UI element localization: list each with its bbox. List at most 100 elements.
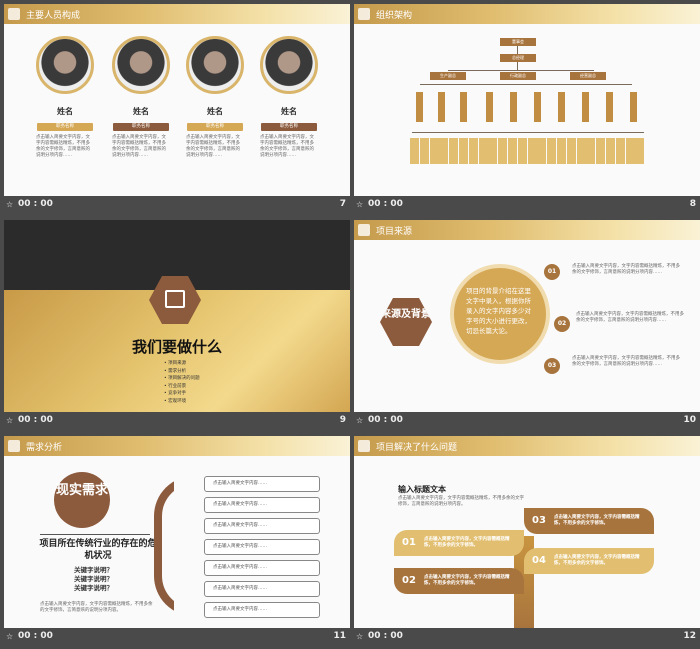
point-number: 03 bbox=[544, 358, 560, 374]
background-circle: 项目的背景介绍在这里文字中录入，根据你所录入的文字内容多少对字号的大小进行更改，… bbox=[450, 264, 550, 364]
org-dept bbox=[486, 92, 493, 122]
org-leaf bbox=[517, 138, 527, 164]
keyword: 关键字说明？ bbox=[74, 584, 113, 592]
slide-thumb-11[interactable]: 需求分析 现实需求 项目所在传统行业的存在的危机状况 关键字说明？ 关键字说明？… bbox=[4, 432, 350, 642]
org-leaf bbox=[459, 138, 468, 164]
point-text: 点击输入简要文字内容，文字内容需概括精炼，不用多余的文字修饰，言简意赅的说明分项… bbox=[572, 264, 680, 275]
agenda-item: • 竞争对手 bbox=[164, 391, 187, 396]
transition-icon: ☆ bbox=[6, 632, 14, 641]
slide-number: 10 bbox=[683, 415, 696, 425]
source-hexagon: 来源及背景 bbox=[380, 298, 432, 346]
org-leaf bbox=[498, 138, 508, 164]
point-number: 02 bbox=[554, 316, 570, 332]
org-node-branch: 经营副总 bbox=[570, 72, 606, 80]
text-box[interactable]: 点击输入简要文字内容…… bbox=[204, 497, 320, 513]
point-text: 点击输入简要文字内容，文字内容需概括精炼，不用多余的文字修饰，言简意赅的说明分项… bbox=[572, 356, 680, 367]
org-line bbox=[412, 132, 644, 133]
text-box[interactable]: 点击输入简要文字内容…… bbox=[204, 560, 320, 576]
slide-thumb-8[interactable]: 组织架构 董事会 总经理 生产副总 行政副总 经营副总 ☆ 00 : 00 8 bbox=[354, 0, 700, 210]
org-leaf bbox=[429, 138, 439, 164]
header-icon bbox=[358, 8, 370, 20]
slide-sorter-grid: 主要人员构成 姓名 职务名称 点击输入简要文字内容，文字内容需概括精炼，不用多余的文… bbox=[0, 0, 700, 649]
reality-circle: 现实需求 bbox=[54, 472, 110, 528]
org-leaf bbox=[488, 138, 498, 164]
org-node-second: 总经理 bbox=[500, 54, 536, 62]
slide-footer: ☆ 00 : 00 7 bbox=[4, 198, 350, 212]
slide-thumb-7[interactable]: 主要人员构成 姓名 职务名称 点击输入简要文字内容，文字内容需概括精炼，不用多余的文… bbox=[4, 0, 350, 210]
slide-timing: 00 : 00 bbox=[368, 415, 403, 425]
slide-canvas: 组织架构 董事会 总经理 生产副总 行政副总 经营副总 bbox=[354, 4, 700, 196]
slide-number: 11 bbox=[333, 631, 346, 641]
slide-title: 我们要做什么 bbox=[131, 338, 222, 356]
text-box[interactable]: 点击输入简要文字内容…… bbox=[204, 539, 320, 555]
org-line bbox=[517, 46, 518, 54]
slide-header-title: 需求分析 bbox=[26, 443, 63, 453]
person-name: 姓名 bbox=[281, 107, 297, 116]
slide-header-title: 项目来源 bbox=[376, 227, 413, 237]
org-leaf bbox=[419, 138, 429, 164]
org-line bbox=[448, 70, 594, 71]
slide-timing: 00 : 00 bbox=[368, 631, 403, 641]
slide-header-band: 项目来源 bbox=[354, 220, 700, 240]
person-desc: 点击输入简要文字内容，文字内容需概括精炼，不用多余的文字修饰，言简意赅的说明分项… bbox=[260, 135, 314, 158]
person-card: 姓名 职务名称 点击输入简要文字内容，文字内容需概括精炼，不用多余的文字修饰，言简意… bbox=[112, 36, 170, 159]
person-name: 姓名 bbox=[57, 107, 73, 116]
slide-timing: 00 : 00 bbox=[18, 199, 53, 209]
slide-header-band: 项目解决了什么问题 bbox=[354, 436, 700, 456]
crisis-subtitle: 项目所在传统行业的存在的危机状况 bbox=[39, 539, 157, 561]
text-box[interactable]: 点击输入简要文字内容…… bbox=[204, 581, 320, 597]
avatar bbox=[36, 36, 94, 94]
leaf-03: 03 点击输入简要文字内容，文字内容需概括精炼，不用多余的文字修饰。 bbox=[524, 508, 654, 534]
org-leaf bbox=[625, 138, 635, 164]
org-leaf bbox=[566, 138, 576, 164]
org-leaf bbox=[576, 138, 586, 164]
header-icon bbox=[358, 440, 370, 452]
header-icon bbox=[8, 440, 20, 452]
avatar bbox=[186, 36, 244, 94]
header-icon bbox=[358, 224, 370, 236]
slide-number: 7 bbox=[339, 199, 346, 209]
transition-icon: ☆ bbox=[356, 200, 364, 209]
slide-canvas: 我们要做什么 • 项目来源 • 需求分析 • 项目解决的问题 • 行业前景 • … bbox=[4, 220, 350, 412]
person-desc: 点击输入简要文字内容，文字内容需概括精炼，不用多余的文字修饰，言简意赅的说明分项… bbox=[112, 135, 166, 158]
slide-thumb-12[interactable]: 项目解决了什么问题 输入标题文本 点击输入简要文字内容，文字内容需概括精炼，不用… bbox=[354, 432, 700, 642]
org-dept bbox=[438, 92, 445, 122]
text-box[interactable]: 点击输入简要文字内容…… bbox=[204, 518, 320, 534]
org-dept bbox=[582, 92, 589, 122]
person-name: 姓名 bbox=[207, 107, 223, 116]
slide-footer: ☆ 00 : 00 8 bbox=[354, 198, 700, 212]
divider bbox=[40, 534, 150, 535]
slide-timing: 00 : 00 bbox=[368, 199, 403, 209]
slide-canvas: 主要人员构成 姓名 职务名称 点击输入简要文字内容，文字内容需概括精炼，不用多余的文… bbox=[4, 4, 350, 196]
slide-timing: 00 : 00 bbox=[18, 415, 53, 425]
section-title: 输入标题文本 bbox=[398, 485, 446, 494]
slide-canvas: 项目解决了什么问题 输入标题文本 点击输入简要文字内容，文字内容需概括精炼，不用… bbox=[354, 436, 700, 628]
avatar bbox=[260, 36, 318, 94]
org-dept bbox=[534, 92, 541, 122]
slide-header-title: 主要人员构成 bbox=[26, 11, 81, 21]
agenda-list: • 项目来源 • 需求分析 • 项目解决的问题 • 行业前景 • 竞争对手 • … bbox=[164, 360, 200, 405]
slide-footer: ☆ 00 : 00 10 bbox=[354, 414, 700, 428]
text-box[interactable]: 点击输入简要文字内容…… bbox=[204, 476, 320, 492]
person-card: 姓名 职务名称 点击输入简要文字内容，文字内容需概括精炼，不用多余的文字修饰，言简意… bbox=[36, 36, 94, 159]
slide-footer: ☆ 00 : 00 9 bbox=[4, 414, 350, 428]
transition-icon: ☆ bbox=[356, 632, 364, 641]
slide-header-band: 组织架构 bbox=[354, 4, 700, 24]
slide-thumb-9[interactable]: 我们要做什么 • 项目来源 • 需求分析 • 项目解决的问题 • 行业前景 • … bbox=[4, 216, 350, 426]
agenda-item: • 宏观环境 bbox=[164, 398, 187, 404]
text-box[interactable]: 点击输入简要文字内容…… bbox=[204, 602, 320, 618]
agenda-item: • 行业前景 bbox=[164, 383, 187, 389]
org-line bbox=[517, 62, 518, 70]
slide-timing: 00 : 00 bbox=[18, 631, 53, 641]
org-leaf bbox=[537, 138, 547, 164]
org-leaf bbox=[527, 138, 537, 164]
slide-number: 12 bbox=[683, 631, 696, 641]
org-dept bbox=[416, 92, 423, 122]
description-text: 点击输入简要文字内容，文字内容需概括精炼，不用多余的文字修饰，言简意赅的说明分项… bbox=[40, 602, 153, 613]
agenda-item: • 项目解决的问题 bbox=[164, 376, 200, 381]
transition-icon: ☆ bbox=[6, 416, 14, 425]
slide-header-title: 组织架构 bbox=[376, 11, 413, 21]
point-number: 01 bbox=[544, 264, 560, 280]
org-node-top: 董事会 bbox=[500, 38, 536, 46]
slide-thumb-10[interactable]: 项目来源 项目的背景介绍在这里文字中录入，根据你所录入的文字内容多少对字号的大小… bbox=[354, 216, 700, 426]
